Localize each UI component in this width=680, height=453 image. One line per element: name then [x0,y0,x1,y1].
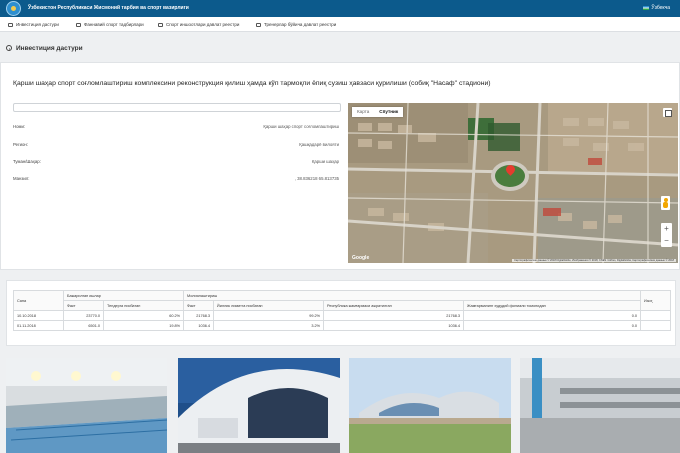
folder-icon [8,22,13,27]
folder-icon [158,22,163,27]
gallery-photo-pool[interactable] [6,358,167,453]
col-fact: Факт [63,300,104,311]
nav-coaches-registry[interactable]: Тренерлар бўйича давлат реестри [256,22,336,27]
cell-relative: 19.8% [103,320,184,331]
back-arrow-icon[interactable] [6,45,12,52]
street-view-pegman-icon[interactable] [661,196,670,210]
zoom-control: + − [661,223,672,247]
project-title: Қарши шаҳар спорт соғломлаштириш комплек… [13,80,491,87]
gallery-photo-arena-side[interactable] [349,358,511,453]
progress-table: Сана Бажарилган ишлар Молиялаштириш Изоҳ… [13,290,671,331]
gallery-photo-stands[interactable] [520,358,680,453]
project-card: Қарши шаҳар спорт соғломлаштириш комплек… [0,62,680,270]
folder-icon [256,22,261,27]
folder-icon [76,22,81,27]
language-switcher[interactable]: Ўзбекча [643,5,670,11]
field-value-name: Қарши шаҳар спорт соғломлаштириш [263,124,339,129]
tab-satellite[interactable]: Спутник [374,107,403,117]
gallery-photo-arena-front[interactable] [178,358,340,453]
table-row: 10.10.2018 23770.0 60.2% 21768.3 99.2% 2… [13,310,671,321]
col-fact2: Факт [183,300,214,311]
col-republic: Республика жамғармаси ажратилган [323,300,464,311]
cell-annual: 3.2% [213,320,324,331]
cell-republic: 1036.4 [323,320,464,331]
col-relative: Тендерга нисбатан [103,300,184,311]
page-title: Инвестиция дастури [6,45,83,52]
cell-parts: 0.0 [463,310,641,321]
progress-table-card: Сана Бажарилган ишлар Молиялаштириш Изоҳ… [6,280,676,346]
cell-relative: 60.2% [103,310,184,321]
main-nav: Инвестиция дастури Фаннавий спорт тадбир… [0,17,680,32]
google-logo: Google [352,255,370,261]
field-label-district: Туман/Шаҳар: [13,159,41,164]
top-bar: Ўзбекистон Республикаси Жисмоний тарбия … [0,0,680,17]
cell-fact: 6501.0 [63,320,104,331]
cell-parts: 0.0 [463,320,641,331]
cell-date: 10.10.2018 [13,310,64,321]
col-note: Изоҳ [640,290,671,311]
ministry-title: Ўзбекистон Республикаси Жисмоний тарбия … [28,5,189,11]
zoom-in-button[interactable]: + [661,223,672,235]
field-value-district: Қарши шаҳар [311,159,339,164]
table-row: 01.11.2018 6501.0 19.8% 1036.4 3.2% 1036… [13,320,671,331]
language-label: Ўзбекча [651,5,670,11]
cell-republic: 21768.3 [323,310,464,321]
nav-investment[interactable]: Инвестиция дастури [8,22,59,27]
flag-icon [643,5,650,10]
col-parts: Жамғарманинг худудий филиали томонидан [463,300,641,311]
satellite-map[interactable]: Карта Спутник + − Google Картографически… [348,103,678,263]
cell-date: 01.11.2018 [13,320,64,331]
nav-facilities-registry[interactable]: Спорт иншоотлари давлат реестри [158,22,239,27]
col-annual: Йиллик лимитга нисбатан [213,300,324,311]
cell-note [640,310,671,321]
fullscreen-icon[interactable] [663,108,672,117]
zoom-out-button[interactable]: − [661,235,672,247]
field-value-region: Қашқадарё вилояти [299,142,339,147]
search-input[interactable] [13,103,341,112]
cell-annual: 99.2% [213,310,324,321]
nav-sport-events[interactable]: Фаннавий спорт тадбирлари [76,22,144,27]
group-development: Молиялаштириш [183,290,641,301]
cell-fact2: 1036.4 [183,320,214,331]
emblem-icon [6,1,21,16]
map-attribution: Картографические данные © 2018 DigitalGl… [512,259,676,262]
field-label-name: Номи: [13,124,26,129]
field-label-region: Регион: [13,142,28,147]
col-date: Сана [13,290,64,311]
tab-map[interactable]: Карта [352,107,374,117]
field-label-address: Манзил: [13,176,30,181]
photo-gallery [0,358,680,453]
group-financing: Бажарилган ишлар [63,290,184,301]
cell-fact2: 21768.3 [183,310,214,321]
map-type-tabs: Карта Спутник [352,107,404,117]
cell-note [640,320,671,331]
field-value-address: , 38.836218 65.813735 [294,176,339,181]
cell-fact: 23770.0 [63,310,104,321]
